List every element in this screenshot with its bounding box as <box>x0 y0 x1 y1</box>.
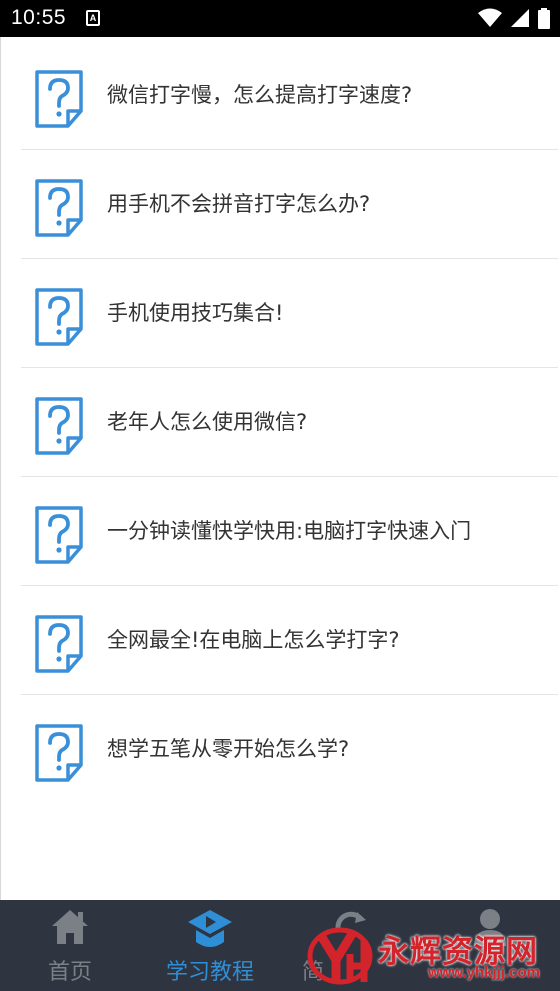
list-item[interactable]: 微信打字慢，怎么提高打字速度? <box>21 41 558 150</box>
status-bar: 10:55 A <box>0 0 560 37</box>
article-title: 全网最全!在电脑上怎么学打字? <box>107 628 400 652</box>
nav-label: 首页 <box>47 960 92 985</box>
watermark-url: www.yhkjjj.com <box>428 964 540 981</box>
question-document-icon <box>35 179 83 237</box>
home-icon <box>52 910 88 944</box>
question-document-icon <box>35 724 83 782</box>
list-item[interactable]: 手机使用技巧集合! <box>21 259 558 368</box>
tutorial-list: 微信打字慢，怎么提高打字速度? 用手机不会拼音打字怎么办? 手机使用技巧集合! … <box>0 37 560 900</box>
list-item[interactable]: 老年人怎么使用微信? <box>21 368 558 477</box>
question-document-icon <box>35 506 83 564</box>
article-title: 想学五笔从零开始怎么学? <box>107 737 350 761</box>
status-icons <box>474 8 550 30</box>
question-document-icon <box>35 615 83 673</box>
list-item[interactable]: 想学五笔从零开始怎么学? <box>21 695 558 804</box>
nav-item-tutorials[interactable]: 学习教程 <box>140 900 280 991</box>
nav-label: 学习教程 <box>165 960 254 985</box>
list-item[interactable]: 一分钟读懂快学快用:电脑打字快速入门 <box>21 477 558 586</box>
article-title: 用手机不会拼音打字怎么办? <box>107 192 371 216</box>
notification-icon: A <box>86 10 100 26</box>
nav-item-home[interactable]: 首页 <box>0 900 140 991</box>
article-title: 微信打字慢，怎么提高打字速度? <box>107 83 413 107</box>
graduation-play-icon <box>188 910 232 947</box>
question-document-icon <box>35 397 83 455</box>
article-title: 一分钟读懂快学快用:电脑打字快速入门 <box>107 519 472 543</box>
list-item[interactable]: 全网最全!在电脑上怎么学打字? <box>21 586 558 695</box>
watermark-logo-icon <box>307 927 373 985</box>
article-title: 老年人怎么使用微信? <box>107 410 308 434</box>
status-time: 10:55 <box>11 6 67 29</box>
question-document-icon <box>35 70 83 128</box>
list-item[interactable]: 用手机不会拼音打字怎么办? <box>21 150 558 259</box>
signal-icon <box>510 9 529 27</box>
article-title: 手机使用技巧集合! <box>107 301 284 325</box>
battery-icon <box>538 8 550 29</box>
question-document-icon <box>35 288 83 346</box>
wifi-icon <box>477 8 502 27</box>
watermark: 永辉资源网 www.yhkjjj.com <box>306 920 556 988</box>
